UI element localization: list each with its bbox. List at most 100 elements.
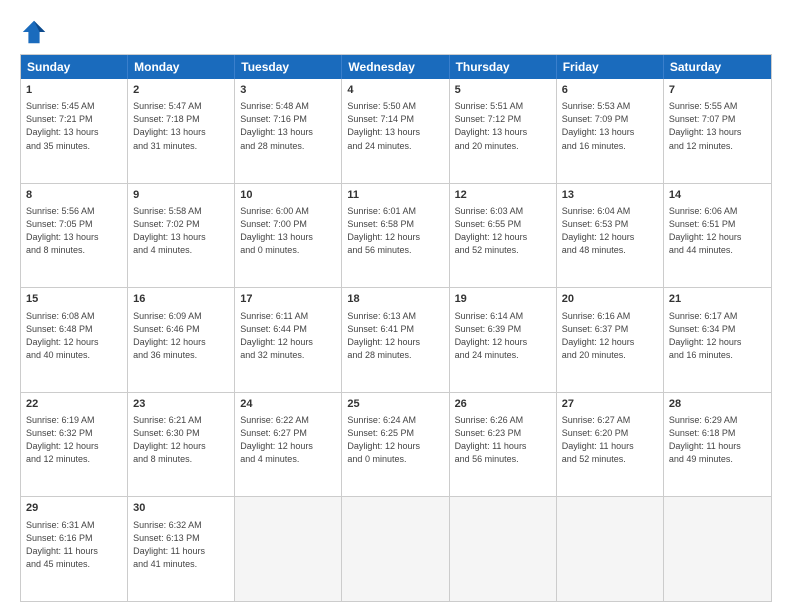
day-number: 20 [562, 292, 658, 307]
day-info: Sunrise: 6:22 AMSunset: 6:27 PMDaylight:… [240, 414, 336, 466]
day-cell-23: 23 Sunrise: 6:21 AMSunset: 6:30 PMDayligh… [128, 393, 235, 497]
calendar-week-3: 15Sunrise: 6:08 AMSunset: 6:48 PMDayligh… [21, 287, 771, 392]
day-number: 7 [669, 83, 766, 98]
day-cell-6: 6Sunrise: 5:53 AMSunset: 7:09 PMDaylight… [557, 79, 664, 183]
day-info: Sunrise: 6:14 AMSunset: 6:39 PMDaylight:… [455, 310, 551, 362]
logo [20, 18, 50, 46]
day-cell-22: 22Sunrise: 6:19 AMSunset: 6:32 PMDayligh… [21, 393, 128, 497]
logo-icon [20, 18, 48, 46]
day-cell-2: 2 Sunrise: 5:47 AMSunset: 7:18 PMDaylight… [128, 79, 235, 183]
day-cell-15: 15Sunrise: 6:08 AMSunset: 6:48 PMDayligh… [21, 288, 128, 392]
day-number: 4 [347, 83, 443, 98]
day-cell-13: 13 Sunrise: 6:04 AMSunset: 6:53 PMDayligh… [557, 184, 664, 288]
day-info: Sunrise: 5:58 AMSunset: 7:02 PMDaylight:… [133, 205, 229, 257]
day-number: 28 [669, 397, 766, 412]
day-number: 25 [347, 397, 443, 412]
day-info: Sunrise: 6:24 AMSunset: 6:25 PMDaylight:… [347, 414, 443, 466]
day-cell-10: 10Sunrise: 6:00 AMSunset: 7:00 PMDayligh… [235, 184, 342, 288]
day-cell-18: 18 Sunrise: 6:13 AMSunset: 6:41 PMDayligh… [342, 288, 449, 392]
day-number: 13 [562, 188, 658, 203]
day-cell-25: 25 Sunrise: 6:24 AMSunset: 6:25 PMDayligh… [342, 393, 449, 497]
day-number: 9 [133, 188, 229, 203]
empty-cell [557, 497, 664, 601]
day-number: 14 [669, 188, 766, 203]
day-info: Sunrise: 6:03 AMSunset: 6:55 PMDaylight:… [455, 205, 551, 257]
day-info: Sunrise: 6:29 AMSunset: 6:18 PMDaylight:… [669, 414, 766, 466]
calendar-grid: SundayMondayTuesdayWednesdayThursdayFrid… [20, 54, 772, 602]
day-number: 15 [26, 292, 122, 307]
day-info: Sunrise: 6:13 AMSunset: 6:41 PMDaylight:… [347, 310, 443, 362]
day-number: 19 [455, 292, 551, 307]
day-cell-12: 12 Sunrise: 6:03 AMSunset: 6:55 PMDayligh… [450, 184, 557, 288]
day-cell-30: 30 Sunrise: 6:32 AMSunset: 6:13 PMDayligh… [128, 497, 235, 601]
day-info: Sunrise: 6:00 AMSunset: 7:00 PMDaylight:… [240, 205, 336, 257]
day-number: 11 [347, 188, 443, 203]
day-info: Sunrise: 6:06 AMSunset: 6:51 PMDaylight:… [669, 205, 766, 257]
day-number: 23 [133, 397, 229, 412]
day-cell-5: 5Sunrise: 5:51 AMSunset: 7:12 PMDaylight… [450, 79, 557, 183]
day-cell-14: 14 Sunrise: 6:06 AMSunset: 6:51 PMDayligh… [664, 184, 771, 288]
day-number: 3 [240, 83, 336, 98]
header-day-tuesday: Tuesday [235, 55, 342, 79]
day-info: Sunrise: 6:01 AMSunset: 6:58 PMDaylight:… [347, 205, 443, 257]
day-number: 12 [455, 188, 551, 203]
day-cell-21: 21Sunrise: 6:17 AMSunset: 6:34 PMDayligh… [664, 288, 771, 392]
day-info: Sunrise: 6:17 AMSunset: 6:34 PMDaylight:… [669, 310, 766, 362]
day-cell-20: 20Sunrise: 6:16 AMSunset: 6:37 PMDayligh… [557, 288, 664, 392]
calendar-week-5: 29Sunrise: 6:31 AMSunset: 6:16 PMDayligh… [21, 496, 771, 601]
calendar-week-4: 22Sunrise: 6:19 AMSunset: 6:32 PMDayligh… [21, 392, 771, 497]
day-cell-11: 11 Sunrise: 6:01 AMSunset: 6:58 PMDayligh… [342, 184, 449, 288]
empty-cell [342, 497, 449, 601]
day-info: Sunrise: 5:47 AMSunset: 7:18 PMDaylight:… [133, 100, 229, 152]
day-info: Sunrise: 6:09 AMSunset: 6:46 PMDaylight:… [133, 310, 229, 362]
day-cell-1: 1 Sunrise: 5:45 AMSunset: 7:21 PMDaylight… [21, 79, 128, 183]
day-cell-17: 17 Sunrise: 6:11 AMSunset: 6:44 PMDayligh… [235, 288, 342, 392]
calendar-header: SundayMondayTuesdayWednesdayThursdayFrid… [21, 55, 771, 79]
day-number: 27 [562, 397, 658, 412]
day-cell-16: 16 Sunrise: 6:09 AMSunset: 6:46 PMDayligh… [128, 288, 235, 392]
day-info: Sunrise: 5:48 AMSunset: 7:16 PMDaylight:… [240, 100, 336, 152]
day-cell-8: 8Sunrise: 5:56 AMSunset: 7:05 PMDaylight… [21, 184, 128, 288]
day-cell-19: 19 Sunrise: 6:14 AMSunset: 6:39 PMDayligh… [450, 288, 557, 392]
calendar-body: 1 Sunrise: 5:45 AMSunset: 7:21 PMDaylight… [21, 79, 771, 601]
page-header [20, 18, 772, 46]
day-cell-7: 7 Sunrise: 5:55 AMSunset: 7:07 PMDaylight… [664, 79, 771, 183]
day-number: 17 [240, 292, 336, 307]
day-cell-3: 3 Sunrise: 5:48 AMSunset: 7:16 PMDaylight… [235, 79, 342, 183]
day-info: Sunrise: 6:32 AMSunset: 6:13 PMDaylight:… [133, 519, 229, 571]
day-number: 26 [455, 397, 551, 412]
day-info: Sunrise: 6:31 AMSunset: 6:16 PMDaylight:… [26, 519, 122, 571]
calendar-page: SundayMondayTuesdayWednesdayThursdayFrid… [0, 0, 792, 612]
day-info: Sunrise: 6:04 AMSunset: 6:53 PMDaylight:… [562, 205, 658, 257]
header-day-monday: Monday [128, 55, 235, 79]
day-number: 24 [240, 397, 336, 412]
day-number: 30 [133, 501, 229, 516]
day-cell-28: 28 Sunrise: 6:29 AMSunset: 6:18 PMDayligh… [664, 393, 771, 497]
header-day-sunday: Sunday [21, 55, 128, 79]
day-info: Sunrise: 5:50 AMSunset: 7:14 PMDaylight:… [347, 100, 443, 152]
empty-cell [664, 497, 771, 601]
calendar-week-1: 1 Sunrise: 5:45 AMSunset: 7:21 PMDaylight… [21, 79, 771, 183]
day-info: Sunrise: 6:11 AMSunset: 6:44 PMDaylight:… [240, 310, 336, 362]
day-info: Sunrise: 6:19 AMSunset: 6:32 PMDaylight:… [26, 414, 122, 466]
header-day-wednesday: Wednesday [342, 55, 449, 79]
day-number: 2 [133, 83, 229, 98]
calendar-week-2: 8Sunrise: 5:56 AMSunset: 7:05 PMDaylight… [21, 183, 771, 288]
day-info: Sunrise: 6:21 AMSunset: 6:30 PMDaylight:… [133, 414, 229, 466]
day-number: 6 [562, 83, 658, 98]
header-day-friday: Friday [557, 55, 664, 79]
day-number: 18 [347, 292, 443, 307]
empty-cell [450, 497, 557, 601]
day-cell-26: 26 Sunrise: 6:26 AMSunset: 6:23 PMDayligh… [450, 393, 557, 497]
header-day-saturday: Saturday [664, 55, 771, 79]
header-day-thursday: Thursday [450, 55, 557, 79]
day-cell-29: 29Sunrise: 6:31 AMSunset: 6:16 PMDayligh… [21, 497, 128, 601]
day-info: Sunrise: 6:26 AMSunset: 6:23 PMDaylight:… [455, 414, 551, 466]
day-cell-9: 9 Sunrise: 5:58 AMSunset: 7:02 PMDaylight… [128, 184, 235, 288]
day-info: Sunrise: 6:27 AMSunset: 6:20 PMDaylight:… [562, 414, 658, 466]
day-info: Sunrise: 5:45 AMSunset: 7:21 PMDaylight:… [26, 100, 122, 152]
day-number: 16 [133, 292, 229, 307]
day-number: 1 [26, 83, 122, 98]
empty-cell [235, 497, 342, 601]
day-info: Sunrise: 5:55 AMSunset: 7:07 PMDaylight:… [669, 100, 766, 152]
